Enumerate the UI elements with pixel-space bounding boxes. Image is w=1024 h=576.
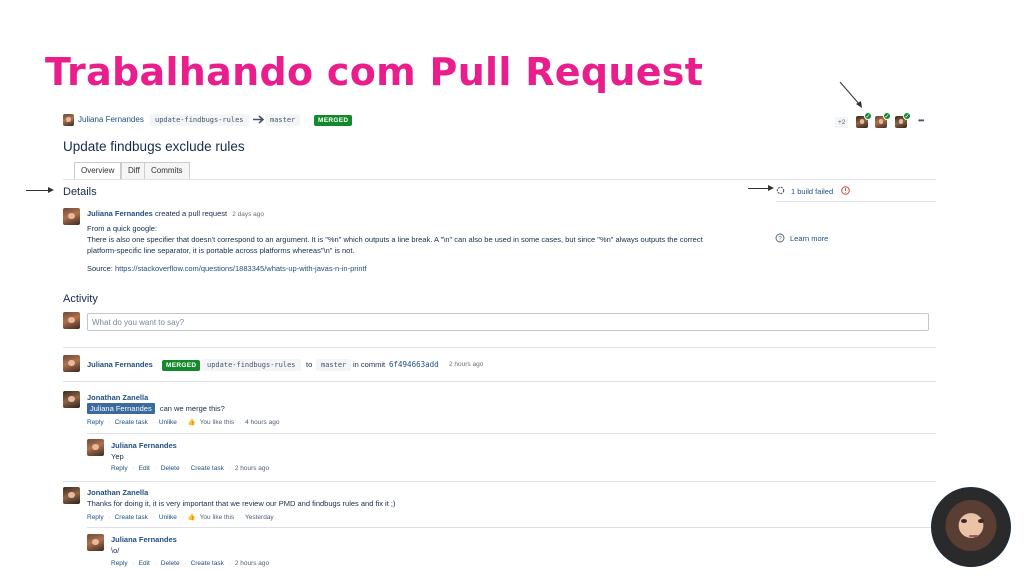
error-icon [841, 186, 850, 195]
reviewer-extra-count[interactable]: +2 [835, 117, 849, 128]
more-actions-button[interactable]: ••• [918, 116, 924, 125]
comment-time: Yesterday [245, 514, 274, 521]
presenter-photo [931, 487, 1011, 567]
pr-author-link[interactable]: Juliana Fernandes [78, 115, 144, 124]
merge-event-time: 2 hours ago [449, 361, 484, 368]
avatar[interactable] [63, 208, 80, 225]
merge-target-branch[interactable]: master [316, 359, 352, 371]
reply-time: 2 hours ago [234, 465, 270, 472]
unlike-link[interactable]: Unlike [159, 419, 177, 426]
source-url-link[interactable]: https://stackoverflow.com/questions/1883… [115, 264, 367, 273]
edit-link[interactable]: Edit [139, 465, 150, 472]
merge-author-link[interactable]: Juliana Fernandes [87, 360, 153, 369]
description-line-2: There is also one specifier that doesn't… [87, 235, 703, 244]
reply-body: \o/ [111, 546, 120, 555]
avatar [87, 534, 104, 551]
merge-commit-link[interactable]: 6f494663add [389, 360, 439, 369]
create-task-link[interactable]: Create task [191, 465, 224, 472]
avatar [63, 312, 80, 329]
reply-author-link[interactable]: Juliana Fernandes [111, 441, 177, 450]
activity-divider [63, 347, 936, 348]
target-branch[interactable]: master [265, 114, 301, 126]
comment-body: Thanks for doing it, it is very importan… [87, 499, 396, 508]
delete-link[interactable]: Delete [161, 560, 180, 567]
tab-overview[interactable]: Overview [74, 162, 122, 179]
reply-link[interactable]: Reply [87, 419, 104, 426]
merge-event-badge: MERGED [162, 360, 201, 371]
avatar [87, 439, 104, 456]
comment-time: 4 hours ago [245, 419, 280, 426]
comment-input[interactable]: What do you want to say? [87, 313, 929, 331]
reply-link[interactable]: Reply [87, 514, 104, 521]
tabs-divider [63, 179, 936, 180]
help-icon: ? [775, 233, 785, 243]
merge-in-commit-text: in commit [353, 360, 386, 369]
activity-heading: Activity [63, 293, 98, 305]
created-time: 2 days ago [232, 211, 264, 218]
avatar [63, 391, 80, 408]
thumbs-up-icon: 👍 [187, 419, 196, 426]
build-status-icon [776, 186, 785, 195]
comment-divider [63, 481, 936, 482]
created-text: created a pull request [154, 209, 228, 218]
source-branch[interactable]: update-findbugs-rules [150, 114, 249, 126]
comment-actions: Reply · Create task · Unlike · 👍 You like t… [87, 514, 274, 521]
create-task-link[interactable]: Create task [115, 514, 148, 521]
comment-body: can we merge this? [159, 404, 225, 413]
details-heading: Details [63, 186, 97, 198]
merge-source-branch[interactable]: update-findbugs-rules [202, 359, 301, 371]
like-text: You like this [199, 514, 235, 521]
unlike-link[interactable]: Unlike [159, 514, 177, 521]
build-status-link[interactable]: 1 build failed [791, 187, 833, 196]
like-text: You like this [199, 419, 235, 426]
reply-divider [87, 527, 936, 528]
approved-check-icon: ✓ [864, 112, 872, 120]
description-line-1: From a quick google: [87, 224, 158, 233]
approved-check-icon: ✓ [903, 112, 911, 120]
source-line: Source: https://stackoverflow.com/questi… [87, 264, 367, 273]
description-line-3: platform-specific line separator, it is … [87, 246, 355, 255]
avatar [63, 355, 80, 372]
reply-body: Yep [111, 452, 124, 461]
build-divider [776, 201, 936, 202]
create-task-link[interactable]: Create task [115, 419, 148, 426]
reply-divider [87, 433, 936, 434]
approved-check-icon: ✓ [883, 112, 891, 120]
arrow-right-icon [253, 115, 265, 124]
learn-more-link[interactable]: Learn more [790, 234, 828, 243]
source-label: Source: [87, 264, 113, 273]
tab-commits[interactable]: Commits [144, 162, 190, 179]
merged-status-badge: MERGED [314, 115, 353, 126]
avatar[interactable] [63, 114, 74, 126]
comment-author-link[interactable]: Jonathan Zanella [87, 393, 148, 402]
comment-author-link[interactable]: Jonathan Zanella [87, 488, 148, 497]
user-mention[interactable]: Juliana Fernandes [87, 403, 155, 414]
reply-actions: Reply · Edit · Delete · Create task · 2 hour… [111, 465, 270, 472]
created-by-link[interactable]: Juliana Fernandes [87, 209, 153, 218]
merge-to-text: to [306, 360, 313, 369]
pr-title: Update findbugs exclude rules [63, 139, 245, 154]
comment-text: Juliana Fernandes can we merge this? [87, 403, 225, 414]
delete-link[interactable]: Delete [161, 465, 180, 472]
avatar [63, 487, 80, 504]
reply-time: 2 hours ago [234, 560, 270, 567]
comment-actions: Reply · Create task · Unlike · 👍 You like t… [87, 419, 280, 426]
reply-author-link[interactable]: Juliana Fernandes [111, 535, 177, 544]
reply-actions: Reply · Edit · Delete · Create task · 2 hour… [111, 560, 270, 567]
reply-link[interactable]: Reply [111, 560, 128, 567]
slide-title: Trabalhando com Pull Request [45, 50, 704, 94]
create-task-link[interactable]: Create task [191, 560, 224, 567]
created-line: Juliana Fernandes created a pull request… [87, 209, 264, 218]
edit-link[interactable]: Edit [139, 560, 150, 567]
thumbs-up-icon: 👍 [187, 514, 196, 521]
tab-diff[interactable]: Diff [121, 162, 147, 179]
merge-divider [63, 381, 936, 382]
arrow-pointer-icon [839, 81, 862, 108]
reply-link[interactable]: Reply [111, 465, 128, 472]
